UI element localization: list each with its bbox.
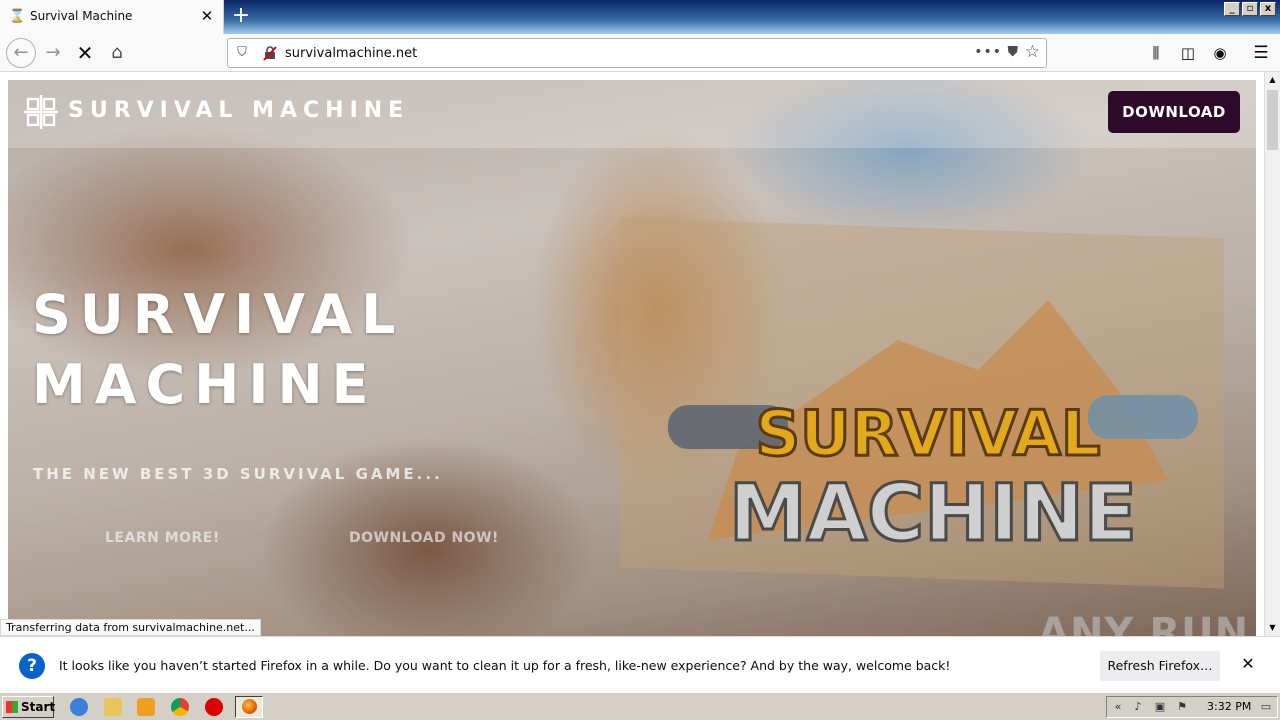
- home-button[interactable]: ⌂: [103, 39, 131, 67]
- close-tab-icon[interactable]: ✕: [198, 7, 216, 25]
- notification-message: It looks like you haven’t started Firefo…: [59, 658, 951, 673]
- game-logo-line2: MACHINE: [729, 469, 1137, 559]
- question-icon: ?: [19, 653, 45, 679]
- tray-expand-icon[interactable]: «: [1111, 700, 1125, 714]
- game-logo-line1: SURVIVAL: [755, 397, 1100, 470]
- action-center-flag-icon[interactable]: ⚑: [1175, 700, 1189, 714]
- hero-section: SURVIVAL MACHINE SURVIVAL MACHINE DOWNLO…: [8, 80, 1256, 636]
- learn-more-link[interactable]: LEARN MORE!: [105, 530, 220, 546]
- forward-button[interactable]: →: [39, 39, 67, 67]
- volume-icon[interactable]: ♪: [1131, 700, 1145, 714]
- tab-title: Survival Machine: [30, 9, 133, 23]
- clock[interactable]: 3:32 PM: [1207, 700, 1251, 713]
- url-bar[interactable]: ⛉ survivalmachine.net ••• ⛊ ☆: [227, 38, 1047, 68]
- insecure-lock-icon[interactable]: [262, 45, 278, 61]
- scroll-down-arrow-icon[interactable]: ▼: [1265, 620, 1280, 636]
- game-logo-image: SURVIVAL MACHINE: [668, 300, 1198, 561]
- folder-icon[interactable]: [104, 698, 122, 716]
- page-actions-icon[interactable]: •••: [974, 44, 1002, 60]
- hamburger-menu-icon[interactable]: ☰: [1250, 42, 1272, 64]
- download-now-link[interactable]: DOWNLOAD NOW!: [349, 530, 499, 546]
- scroll-up-arrow-icon[interactable]: ▲: [1265, 72, 1280, 88]
- tab-bar: ⌛ Survival Machine ✕ + _ ▫ x: [0, 0, 1280, 34]
- minimize-button[interactable]: _: [1224, 2, 1240, 16]
- site-header: SURVIVAL MACHINE DOWNLOAD: [8, 80, 1256, 148]
- hourglass-icon: ⌛: [9, 9, 26, 24]
- navigation-toolbar: ← → ✕ ⌂ ⛉ survivalmachine.net ••• ⛊ ☆ ⫼ …: [0, 34, 1280, 72]
- restore-button[interactable]: ▫: [1242, 2, 1258, 16]
- internet-explorer-icon[interactable]: [70, 698, 88, 716]
- scrollbar-thumb[interactable]: [1267, 90, 1278, 150]
- system-tray: « ♪ ▣ ⚑ 3:32 PM ▭: [1106, 696, 1278, 718]
- firefox-taskbar-button[interactable]: [235, 696, 263, 718]
- taskbar: Start « ♪ ▣ ⚑ 3:32 PM ▭: [0, 692, 1280, 720]
- library-icon[interactable]: ⫼: [1145, 42, 1167, 64]
- close-window-button[interactable]: x: [1260, 2, 1276, 16]
- network-icon[interactable]: ▣: [1153, 700, 1167, 714]
- sidebar-icon[interactable]: ◫: [1177, 42, 1199, 64]
- page-scrollbar[interactable]: ▲ ▼: [1264, 72, 1280, 636]
- window-controls: _ ▫ x: [1224, 2, 1276, 16]
- download-button[interactable]: DOWNLOAD: [1108, 91, 1240, 133]
- account-icon[interactable]: ◉: [1209, 42, 1231, 64]
- chrome-icon[interactable]: [171, 698, 189, 716]
- notification-bar: ? It looks like you haven’t started Fire…: [0, 636, 1280, 692]
- media-player-icon[interactable]: [137, 698, 155, 716]
- site-logo-text[interactable]: SURVIVAL MACHINE: [68, 98, 409, 123]
- status-panel: Transferring data from survivalmachine.n…: [0, 619, 261, 636]
- stop-loading-button[interactable]: ✕: [71, 39, 99, 67]
- tab-survival-machine[interactable]: ⌛ Survival Machine ✕: [0, 0, 224, 34]
- start-button[interactable]: Start: [2, 696, 56, 718]
- pocket-icon[interactable]: ⛊: [1008, 44, 1019, 60]
- tracking-shield-icon[interactable]: ⛉: [234, 45, 250, 61]
- show-desktop-icon[interactable]: ▭: [1259, 700, 1273, 714]
- start-label: Start: [21, 700, 56, 714]
- url-text[interactable]: survivalmachine.net: [285, 46, 417, 61]
- site-logo-icon[interactable]: [24, 95, 58, 129]
- new-tab-button[interactable]: +: [228, 4, 254, 30]
- back-button[interactable]: ←: [6, 38, 36, 68]
- close-notification-icon[interactable]: ✕: [1238, 654, 1258, 674]
- bookmark-star-icon[interactable]: ☆: [1025, 42, 1040, 62]
- hero-title: SURVIVAL MACHINE: [32, 283, 405, 416]
- opera-icon[interactable]: [205, 698, 223, 716]
- page-content: SURVIVAL MACHINE SURVIVAL MACHINE DOWNLO…: [0, 72, 1264, 636]
- windows-logo-icon: [6, 701, 18, 713]
- refresh-firefox-button[interactable]: Refresh Firefox…: [1100, 651, 1220, 681]
- hero-subtitle: THE NEW BEST 3D SURVIVAL GAME...: [33, 465, 443, 483]
